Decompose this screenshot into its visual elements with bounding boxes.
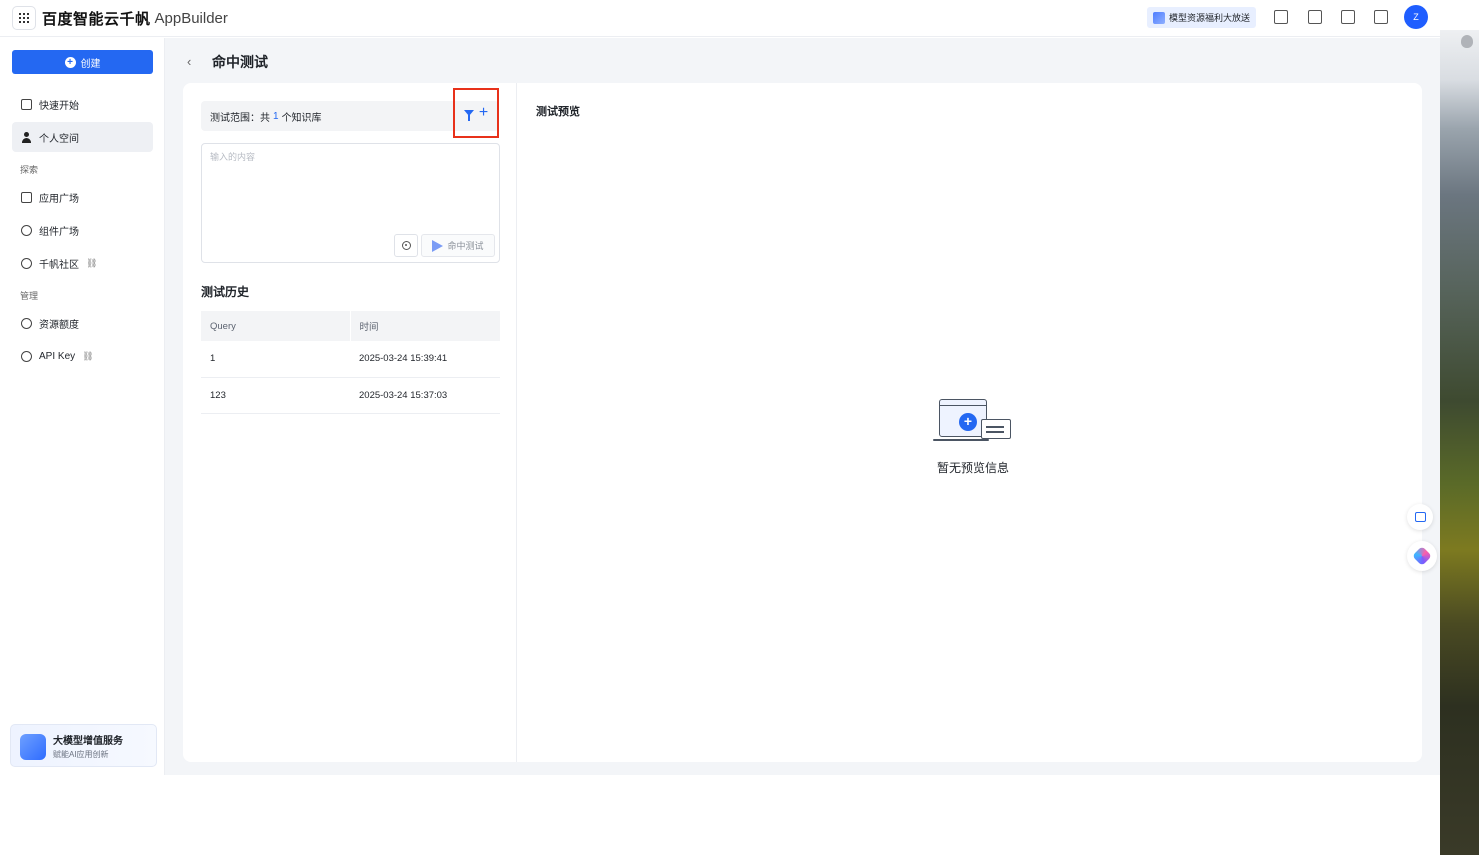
add-icon[interactable]: + — [479, 105, 488, 121]
message-icon[interactable] — [1374, 10, 1388, 24]
promo-banner[interactable]: 模型资源福利大放送 — [1147, 7, 1257, 28]
group-manage: 管理 — [20, 291, 39, 301]
cell-time: 2025-03-24 15:37:03 — [350, 377, 500, 414]
top-bar: 百度智能云千帆 AppBuilder 模型资源福利大放送 Z — [0, 0, 1440, 37]
scope-count: 1 — [273, 110, 279, 122]
filter-icon[interactable] — [463, 110, 474, 121]
page-title: 命中测试 — [212, 54, 268, 70]
sidebar-item-quota[interactable]: 资源额度 — [12, 308, 153, 338]
sidebar-item-label: 千帆社区 — [39, 259, 79, 271]
cell-query: 123 — [201, 377, 350, 414]
test-panel: 测试范围：共 1 个知识库 + 命中测试 测试历史 — [183, 83, 517, 762]
sidebar-item-component-square[interactable]: 组件广场 — [12, 215, 153, 245]
column-header-query: Query — [201, 311, 350, 341]
sidebar-item-label: API Key — [39, 350, 76, 362]
external-link-icon: ⛓ — [86, 257, 98, 268]
promo-icon — [1153, 11, 1165, 24]
group-explore: 探索 — [20, 165, 39, 175]
key-icon — [21, 350, 32, 362]
query-box: 命中测试 — [201, 143, 500, 263]
sidebar-item-community[interactable]: 千帆社区 ⛓ — [12, 248, 153, 278]
empty-illustration-icon: + — [931, 393, 1015, 445]
hit-test-label: 命中测试 — [447, 241, 484, 251]
scope-suffix: 个知识库 — [281, 112, 322, 124]
user-icon — [21, 131, 32, 143]
table-row[interactable]: 1 2025-03-24 15:39:41 — [201, 341, 500, 378]
scope-actions-highlight: + — [453, 88, 499, 138]
hit-test-button[interactable]: 命中测试 — [421, 234, 495, 257]
plus-circle-icon: + — [64, 56, 76, 68]
query-input[interactable] — [210, 150, 490, 230]
history-title: 测试历史 — [201, 285, 250, 299]
desktop-wallpaper — [1440, 30, 1479, 855]
sidebar-item-api-key[interactable]: API Key ⛓ — [12, 341, 153, 371]
external-link-icon: ⛓ — [82, 350, 94, 361]
create-button[interactable]: + 创建 — [12, 50, 153, 74]
quota-icon — [21, 317, 32, 329]
history-table: Query 时间 1 2025-03-24 15:39:41 123 2025-… — [201, 311, 500, 414]
brand-main: 百度智能云千帆 — [42, 11, 151, 28]
column-header-time: 时间 — [349, 311, 500, 341]
scope-prefix: 测试范围：共 — [210, 112, 270, 124]
brand[interactable]: 百度智能云千帆 AppBuilder — [42, 8, 228, 29]
quickstart-icon — [21, 98, 32, 110]
value-added-service-card[interactable]: 大模型增值服务 赋能AI应用创新 — [10, 724, 157, 767]
back-icon[interactable]: ‹ — [187, 54, 191, 69]
create-label: 创建 — [80, 58, 101, 70]
sidebar-item-app-square[interactable]: 应用广场 — [12, 182, 153, 212]
promo-card-subtitle: 赋能AI应用创新 — [53, 750, 109, 759]
main-area: ‹ 命中测试 测试范围：共 1 个知识库 + 命中测试 — [165, 38, 1440, 775]
apple-logo-icon — [1461, 35, 1473, 48]
sidebar-item-label: 组件广场 — [39, 226, 79, 238]
send-icon — [432, 239, 444, 252]
sidebar-item-quickstart[interactable]: 快速开始 — [12, 89, 153, 119]
settings-button[interactable] — [394, 234, 418, 257]
app-grid-icon[interactable] — [12, 6, 36, 30]
avatar[interactable]: Z — [1404, 5, 1428, 29]
empty-text: 暂无预览信息 — [936, 461, 1009, 475]
component-icon — [21, 224, 32, 236]
sidebar-item-label: 应用广场 — [39, 193, 79, 205]
sidebar-item-label: 资源额度 — [39, 319, 79, 331]
cell-time: 2025-03-24 15:39:41 — [350, 341, 500, 378]
translate-icon[interactable] — [1407, 504, 1433, 530]
content-card: 测试范围：共 1 个知识库 + 命中测试 测试历史 — [183, 83, 1422, 762]
empty-state: + 暂无预览信息 — [923, 393, 1023, 476]
sidebar: + 创建 快速开始 个人空间 探索 应用广场 组件广场 千帆社区 ⛓ 管理 资源… — [0, 38, 165, 775]
sidebar-item-label: 个人空间 — [39, 133, 79, 145]
service-icon — [20, 734, 46, 760]
apps-icon — [21, 191, 32, 203]
table-row[interactable]: 123 2025-03-24 15:37:03 — [201, 377, 500, 414]
gear-icon — [401, 241, 411, 250]
community-icon — [21, 257, 32, 269]
sidebar-item-label: 快速开始 — [39, 100, 79, 112]
assistant-icon[interactable] — [1407, 541, 1437, 571]
qrcode-icon[interactable] — [1308, 10, 1322, 24]
sidebar-item-personal-space[interactable]: 个人空间 — [12, 122, 153, 152]
promo-label: 模型资源福利大放送 — [1169, 13, 1251, 23]
brand-sub: AppBuilder — [154, 10, 228, 27]
preview-title: 测试预览 — [536, 106, 580, 118]
book-icon[interactable] — [1341, 10, 1355, 24]
promo-card-title: 大模型增值服务 — [53, 736, 123, 747]
api-doc-icon[interactable] — [1274, 10, 1288, 24]
cell-query: 1 — [201, 341, 350, 378]
